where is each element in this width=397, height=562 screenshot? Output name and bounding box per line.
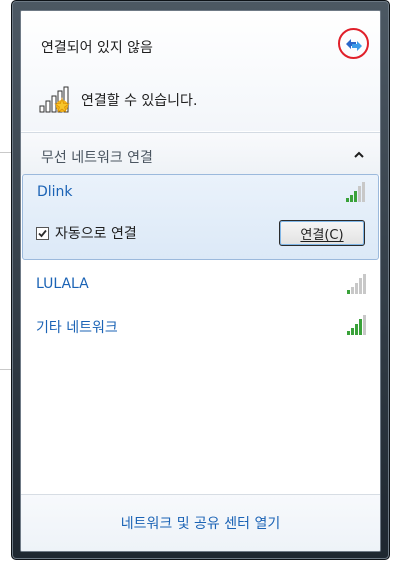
refresh-arrows-icon bbox=[345, 38, 362, 51]
connect-button[interactable]: 연결(C) bbox=[279, 220, 365, 246]
auto-connect-row: 자동으로 연결 bbox=[36, 223, 137, 243]
connect-button-label: 연결(C) bbox=[300, 227, 344, 243]
network-name: LULALA bbox=[36, 276, 89, 292]
wifi-signal-bars-icon bbox=[347, 315, 366, 335]
connection-available-row: 연결할 수 있습니다. bbox=[39, 86, 197, 114]
wireless-section-header[interactable]: 무선 네트워크 연결 bbox=[21, 133, 380, 175]
footer: 네트워크 및 공유 센터 열기 bbox=[21, 495, 380, 551]
network-name: 기타 네트워크 bbox=[36, 320, 118, 336]
network-flyout: 연결되어 있지 않음 연결할 수 있습니다. 무선 네트워크 연결 Dlink … bbox=[11, 0, 390, 560]
section-title: 무선 네트워크 연결 bbox=[41, 150, 153, 166]
signal-bars-with-star-icon bbox=[39, 86, 70, 113]
refresh-button[interactable] bbox=[338, 28, 369, 59]
auto-connect-label: 자동으로 연결 bbox=[55, 226, 137, 242]
wifi-signal-bars-icon bbox=[346, 182, 365, 202]
network-name: Dlink bbox=[37, 184, 73, 200]
connection-available-text: 연결할 수 있습니다. bbox=[81, 93, 198, 109]
flyout-panel: 연결되어 있지 않음 연결할 수 있습니다. 무선 네트워크 연결 Dlink … bbox=[20, 10, 381, 552]
network-item-other[interactable]: 기타 네트워크 bbox=[22, 308, 379, 348]
checkmark-icon bbox=[38, 229, 47, 237]
wifi-signal-bars-icon bbox=[347, 274, 366, 294]
auto-connect-checkbox[interactable] bbox=[36, 226, 49, 240]
network-item-lulala[interactable]: LULALA bbox=[22, 267, 379, 307]
network-item-dlink[interactable]: Dlink 자동으로 연결 연결(C) bbox=[22, 174, 379, 260]
status-area: 연결되어 있지 않음 연결할 수 있습니다. bbox=[21, 11, 380, 131]
open-network-center-link[interactable]: 네트워크 및 공유 센터 열기 bbox=[121, 513, 280, 533]
connection-status-title: 연결되어 있지 않음 bbox=[41, 40, 153, 56]
chevron-up-icon[interactable] bbox=[352, 148, 366, 162]
